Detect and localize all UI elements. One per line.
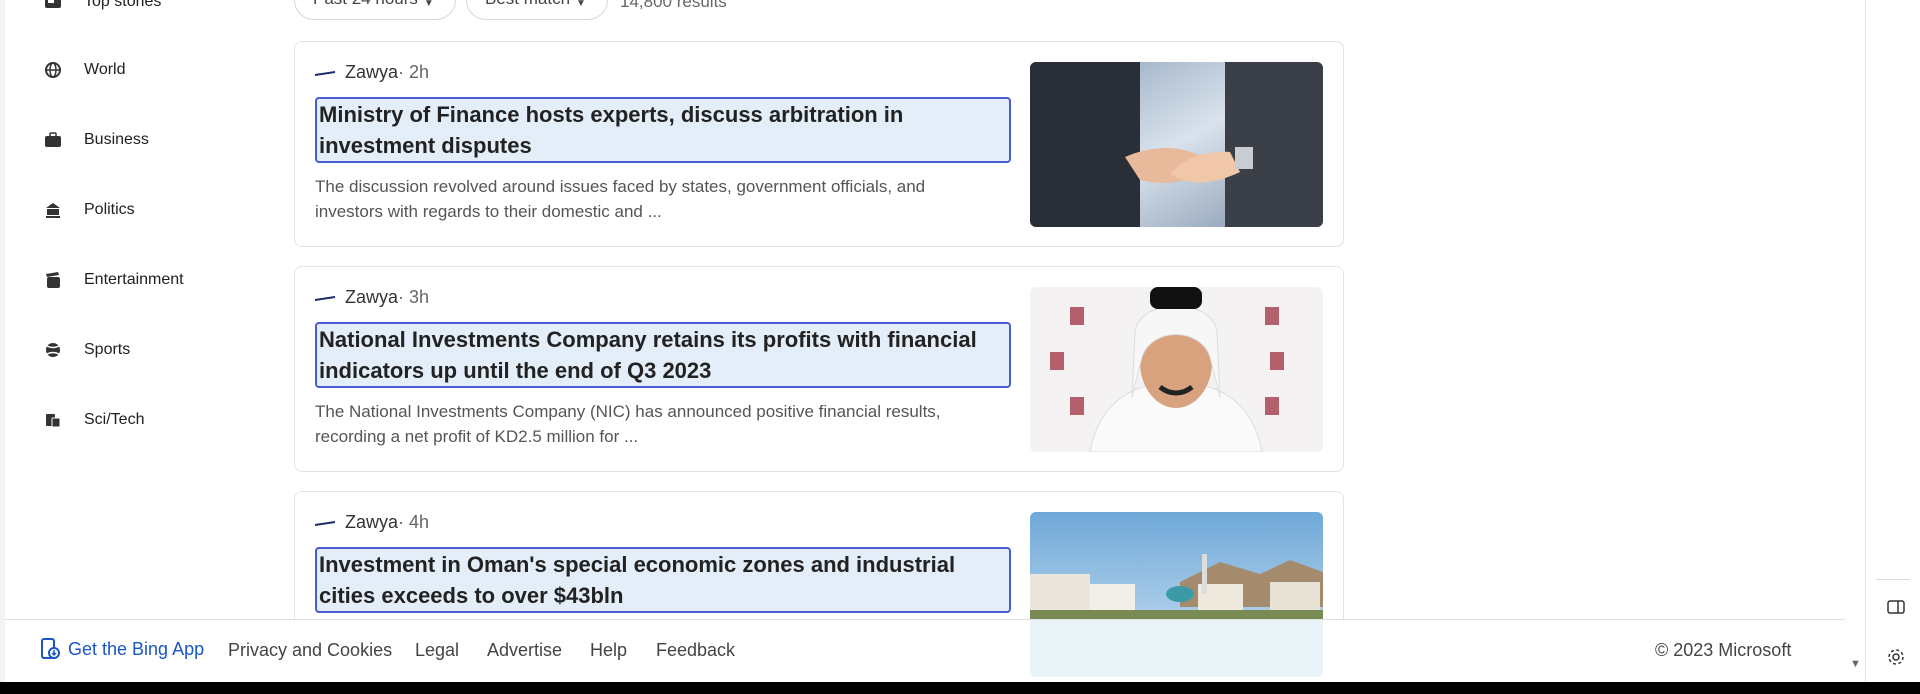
sidebar-item-politics[interactable]: Politics [44,195,135,225]
results-count: 14,800 results [620,0,727,11]
clapperboard-icon [44,271,62,289]
sidebar-item-label: Top stories [84,0,162,10]
article-snippet: The National Investments Company (NIC) h… [315,402,941,446]
newspaper-icon [44,0,62,11]
zawya-logo-icon [315,295,335,301]
browser-side-rail [1865,0,1920,682]
sidebar-item-label: Politics [84,201,135,218]
rail-divider [1876,579,1910,580]
news-card[interactable]: Zawya · 2h Ministry of Finance hosts exp… [294,41,1344,247]
article-source[interactable]: Zawya · 2h [315,62,429,83]
page-footer: Get the Bing App Privacy and Cookies Leg… [5,619,1845,682]
sort-filter-dropdown[interactable]: Best match ▼ [466,0,608,20]
source-name: Zawya [345,62,399,82]
time-filter-label: Past 24 hours [313,0,418,9]
sidebar-item-label: Business [84,131,149,148]
copyright-text: © 2023 Microsoft [1655,640,1792,660]
sort-filter-label: Best match [485,0,570,9]
sidebar-item-label: Sci/Tech [84,411,145,428]
sidebar-item-scitech[interactable]: Sci/Tech [44,405,144,435]
ball-icon [44,341,62,359]
zawya-logo-icon [315,70,335,76]
privacy-cookies-link[interactable]: Privacy and Cookies [228,640,392,661]
settings-gear-icon[interactable] [1887,648,1905,666]
article-snippet: The discussion revolved around issues fa… [315,177,926,221]
sidebar-item-label: World [84,61,126,78]
source-name: Zawya [345,287,399,307]
news-viewport: Top stories World Business Politics Ente… [0,0,1865,682]
article-title-link[interactable]: Investment in Oman's special economic zo… [315,547,1011,613]
article-title-link[interactable]: National Investments Company retains its… [315,322,1011,388]
globe-icon [44,61,62,79]
get-bing-app-link[interactable]: Get the Bing App [40,638,204,660]
sidebar-item-world[interactable]: World [44,55,126,85]
briefcase-icon [44,131,62,149]
chevron-down-icon: ▼ [576,0,586,9]
scroll-down-arrow-icon[interactable]: ▼ [1850,658,1861,670]
feedback-link[interactable]: Feedback [656,640,735,661]
sidebar-item-sports[interactable]: Sports [44,335,130,365]
article-source[interactable]: Zawya · 4h [315,512,429,533]
article-age: · 3h [398,287,430,307]
microscope-icon [44,411,62,429]
article-thumbnail-handshake[interactable] [1030,62,1323,227]
news-card[interactable]: Zawya · 3h National Investments Company … [294,266,1344,472]
left-edge-strip [0,0,5,682]
article-title-link[interactable]: Ministry of Finance hosts experts, discu… [315,97,1011,163]
get-app-label: Get the Bing App [68,638,205,659]
zawya-logo-icon [315,520,335,526]
time-filter-dropdown[interactable]: Past 24 hours ▼ [294,0,456,20]
legal-link[interactable]: Legal [415,640,459,661]
sidebar-item-label: Sports [84,341,131,358]
help-link[interactable]: Help [590,640,627,661]
sidebar-item-entertainment[interactable]: Entertainment [44,265,184,295]
article-source[interactable]: Zawya · 3h [315,287,429,308]
sidebar-item-label: Entertainment [84,271,184,288]
source-name: Zawya [345,512,399,532]
sidebar-item-top-stories[interactable]: Top stories [44,0,161,17]
article-age: · 2h [398,62,430,82]
article-thumbnail-portrait[interactable] [1030,287,1323,452]
sidebar-toggle-icon[interactable] [1887,598,1905,616]
advertise-link[interactable]: Advertise [487,640,562,661]
chevron-down-icon: ▼ [423,0,434,9]
phone-download-icon [41,638,60,659]
article-age: · 4h [398,512,430,532]
sidebar-item-business[interactable]: Business [44,125,149,155]
capitol-icon [44,201,62,219]
